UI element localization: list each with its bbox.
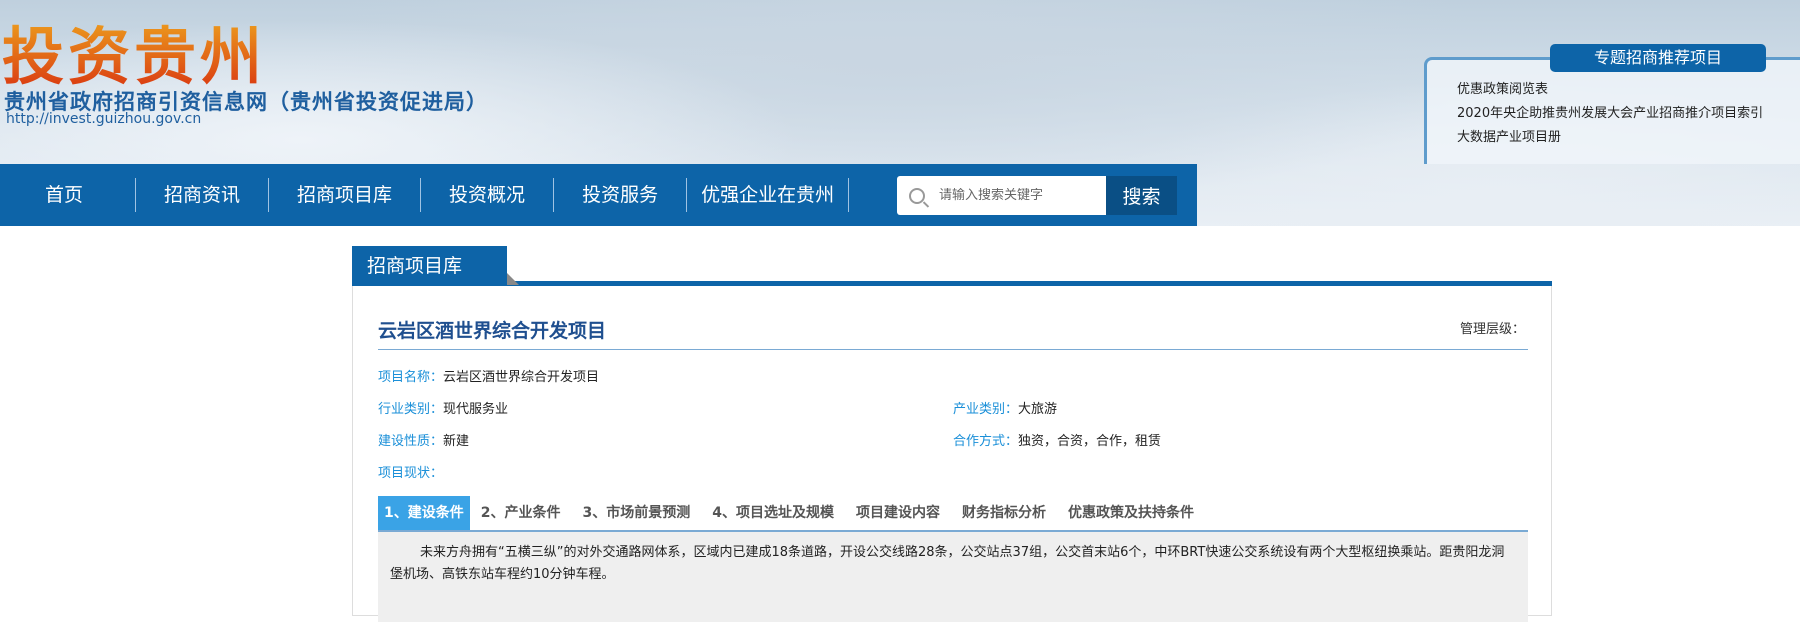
recommend-item[interactable]: 优惠政策阅览表 [1457, 78, 1763, 102]
search-box [897, 176, 1106, 215]
search-icon [909, 187, 925, 204]
nav-overview[interactable]: 投资概况 [421, 178, 555, 212]
field-label: 产业类别： [953, 402, 1019, 417]
nav-services[interactable]: 投资服务 [554, 178, 688, 212]
recommend-item[interactable]: 大数据产业项目册 [1457, 126, 1763, 150]
nav-news[interactable]: 招商资讯 [136, 178, 270, 212]
tab-industry[interactable]: 2、产业条件 [470, 496, 572, 530]
field-label: 项目名称： [378, 370, 444, 385]
tab-content-text: 未来方舟拥有“五横三纵”的对外交通路网体系，区域内已建成18条道路，开设公交线路… [378, 532, 1528, 622]
field-name: 项目名称：云岩区酒世界综合开发项目 [378, 366, 599, 385]
site-url: http://invest.guizhou.gov.cn [6, 111, 202, 127]
recommend-box: 优惠政策阅览表 2020年央企助推贵州发展大会产业招商推介项目索引 大数据产业项… [1424, 57, 1800, 164]
field-label: 项目现状： [378, 466, 444, 481]
management-level: 管理层级： [1459, 322, 1525, 337]
field-label: 建设性质： [378, 434, 444, 449]
field-nature: 建设性质：新建 [378, 430, 469, 449]
field-label: 合作方式： [953, 434, 1019, 449]
field-industry: 行业类别：现代服务业 [378, 398, 508, 417]
field-value: 新建 [443, 434, 470, 449]
tab-site[interactable]: 4、项目选址及规模 [701, 496, 845, 530]
nav-enterprises[interactable]: 优强企业在贵州 [687, 178, 850, 212]
recommend-title: 专题招商推荐项目 [1550, 44, 1766, 72]
search-input[interactable] [939, 188, 1079, 203]
tab-finance[interactable]: 财务指标分析 [951, 496, 1057, 530]
field-status: 项目现状： [378, 462, 443, 481]
nav-home[interactable]: 首页 [0, 178, 137, 212]
field-label: 行业类别： [378, 402, 444, 417]
field-value: 云岩区酒世界综合开发项目 [443, 370, 600, 385]
tab-market[interactable]: 3、市场前景预测 [572, 496, 702, 530]
panel-tab: 招商项目库 [352, 246, 519, 285]
recommend-item[interactable]: 2020年央企助推贵州发展大会产业招商推介项目索引 [1457, 102, 1763, 126]
field-cooperation: 合作方式：独资，合资，合作，租赁 [953, 430, 1161, 449]
field-value: 独资，合资，合作，租赁 [1018, 434, 1162, 449]
tab-policy[interactable]: 优惠政策及扶持条件 [1057, 496, 1205, 530]
field-sector: 产业类别：大旅游 [953, 398, 1057, 417]
tab-content[interactable]: 项目建设内容 [845, 496, 951, 530]
field-value: 现代服务业 [443, 402, 509, 417]
search-button[interactable]: 搜索 [1106, 176, 1177, 215]
logo[interactable]: 投资贵州 [2, 6, 266, 96]
detail-tabs: 1、建设条件 2、产业条件 3、市场前景预测 4、项目选址及规模 项目建设内容 … [378, 496, 1528, 532]
panel-body: 云岩区酒世界综合开发项目 管理层级： 项目名称：云岩区酒世界综合开发项目 行业类… [352, 286, 1552, 622]
nav-projects[interactable]: 招商项目库 [269, 178, 422, 212]
tab-construction[interactable]: 1、建设条件 [378, 496, 470, 530]
title-divider [378, 349, 1528, 350]
project-title: 云岩区酒世界综合开发项目 [378, 320, 607, 342]
project-panel: 招商项目库 云岩区酒世界综合开发项目 管理层级： 项目名称：云岩区酒世界综合开发… [352, 246, 1552, 622]
field-value: 大旅游 [1018, 402, 1058, 417]
